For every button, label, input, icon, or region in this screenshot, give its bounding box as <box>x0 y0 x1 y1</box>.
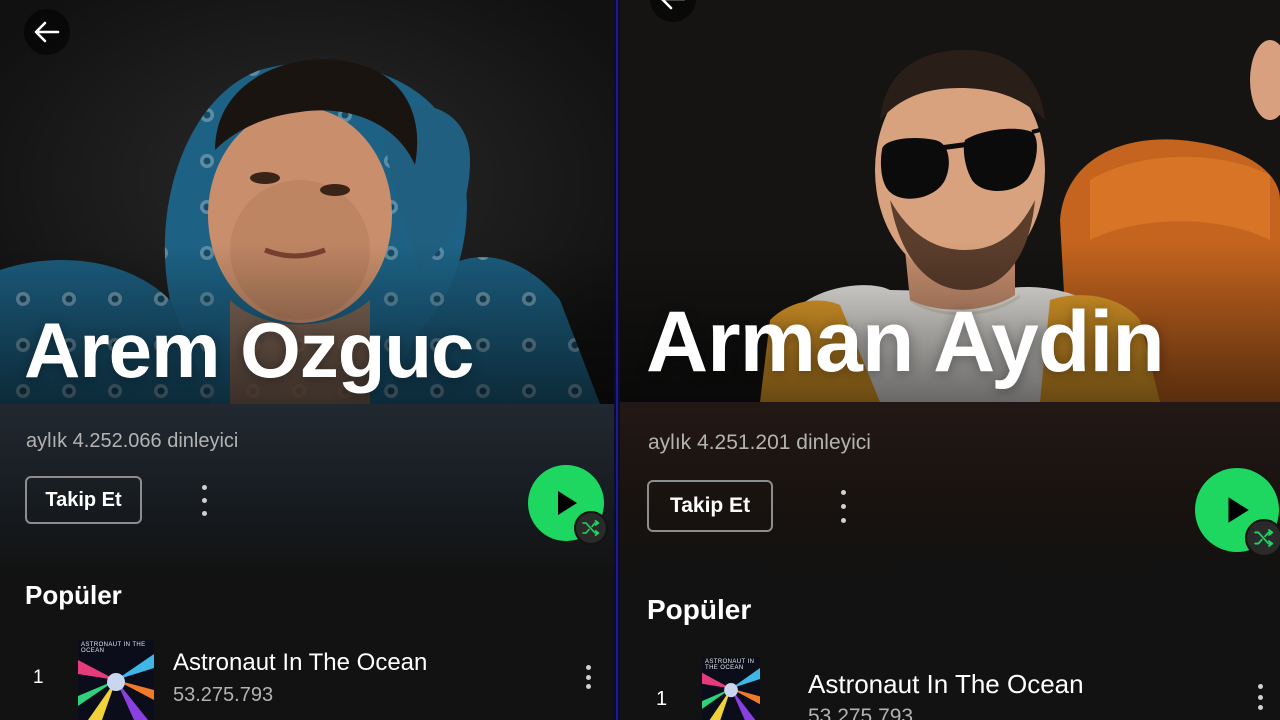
artist-name: Arman Aydin <box>646 294 1165 390</box>
more-options-button[interactable] <box>833 490 853 523</box>
monthly-listeners: aylık 4.251.201 dinleyici <box>648 431 871 454</box>
monthly-listeners: aylık 4.252.066 dinleyici <box>26 430 239 452</box>
track-number: 1 <box>33 667 44 688</box>
album-cover: ASTRONAUT IN THE OCEAN <box>78 640 154 720</box>
track-title: Astronaut In The Ocean <box>173 649 428 676</box>
shuffle-icon <box>1254 529 1274 547</box>
artist-header-image: Arem Ozguc <box>0 0 614 404</box>
more-vertical-icon <box>1257 684 1263 689</box>
arrow-left-icon <box>661 0 685 10</box>
track-more-button[interactable] <box>578 665 598 689</box>
shuffle-icon <box>582 520 600 536</box>
play-icon <box>1228 497 1249 523</box>
artist-page-left: Arem Ozguc aylık 4.252.066 dinleyici Tak… <box>0 0 614 720</box>
popular-section-title: Popüler <box>25 580 122 610</box>
album-cover-text: ASTRONAUT IN THE OCEAN <box>81 642 146 654</box>
track-play-count: 53.275.793 <box>173 684 274 706</box>
track-row[interactable]: 1 ASTRONAUT IN THE OCEAN Astronaut In Th… <box>620 655 1280 720</box>
album-cover: ASTRONAUT IN THE OCEAN <box>702 657 760 720</box>
popular-section-title: Popüler <box>647 594 752 625</box>
back-button[interactable] <box>24 9 70 55</box>
more-options-button[interactable] <box>194 485 214 516</box>
track-more-button[interactable] <box>1250 684 1270 710</box>
artist-name: Arem Ozguc <box>24 306 474 394</box>
arrow-left-icon <box>34 21 60 43</box>
more-vertical-icon <box>585 665 591 670</box>
shuffle-button[interactable] <box>574 511 608 545</box>
track-title: Astronaut In The Ocean <box>808 669 1084 699</box>
track-row[interactable]: 1 ASTRONAUT IN THE OCEAN Astronaut In Th… <box>0 640 614 720</box>
follow-button[interactable]: Takip Et <box>25 476 142 524</box>
more-vertical-icon <box>840 490 846 495</box>
more-vertical-icon <box>201 485 207 490</box>
artist-page-right: Arman Aydin aylık 4.251.201 dinleyici Ta… <box>620 0 1280 720</box>
album-cover-text: ASTRONAUT IN THE OCEAN <box>705 659 755 671</box>
shuffle-button[interactable] <box>1245 519 1280 557</box>
artist-header-image: Arman Aydin <box>620 0 1280 402</box>
track-play-count: 53.275.793 <box>808 705 914 720</box>
play-icon <box>558 491 577 515</box>
track-number: 1 <box>656 688 668 710</box>
follow-button[interactable]: Takip Et <box>647 480 773 532</box>
